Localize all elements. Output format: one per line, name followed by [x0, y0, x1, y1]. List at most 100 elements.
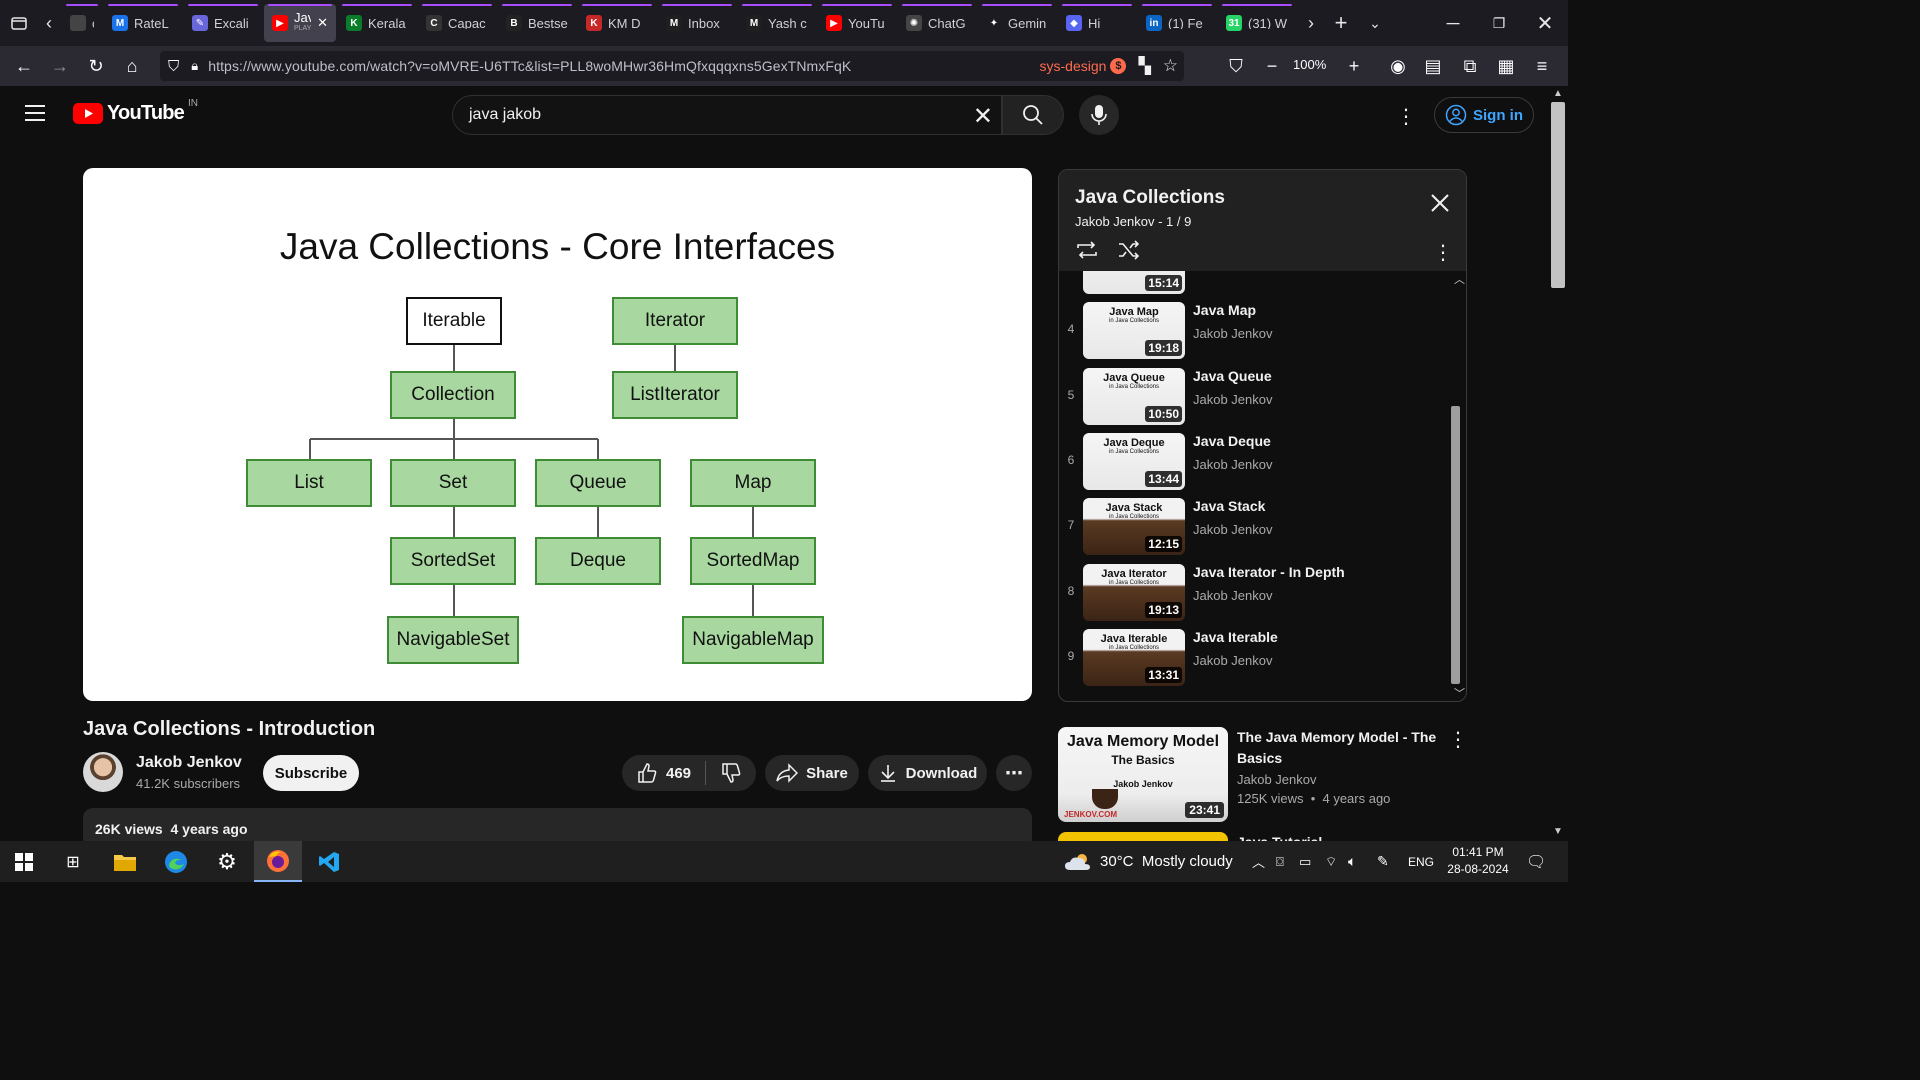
- task-view-icon[interactable]: ⊞: [49, 841, 97, 882]
- browser-tab[interactable]: ◆ Hi: [1058, 4, 1136, 42]
- browser-tab[interactable]: ✎ Excali: [184, 4, 262, 42]
- page-scroll-down-icon[interactable]: ▼: [1553, 826, 1563, 837]
- playlist-item-thumbnail[interactable]: Jakob Jenkov15:14: [1083, 271, 1185, 294]
- browser-tab[interactable]: M Yash c: [738, 4, 816, 42]
- playlist-item-thumbnail[interactable]: Java Stack in Java Collections 12:15: [1083, 498, 1185, 556]
- more-actions-button[interactable]: ⋯: [996, 755, 1032, 791]
- playlist-item-title[interactable]: Java Queue: [1193, 368, 1272, 384]
- playlist-item-title[interactable]: Java Stack: [1193, 498, 1265, 514]
- video-player[interactable]: Java Collections - Core Interfaces Itera…: [83, 168, 1032, 701]
- playlist-item[interactable]: 6 Java Deque in Java Collections 13:44 Java …: [1059, 429, 1449, 494]
- close-playlist-icon[interactable]: [1429, 192, 1451, 219]
- recommended-channel[interactable]: Jakob Jenkov: [1237, 772, 1317, 787]
- playlist-item[interactable]: 3Jakob Jenkov15:14Jakob Jenkov: [1059, 271, 1449, 298]
- extensions-puzzle-icon[interactable]: ⧉: [1452, 50, 1488, 82]
- account-icon[interactable]: ◉: [1380, 50, 1416, 82]
- download-button[interactable]: Download: [868, 755, 987, 791]
- pocket-icon[interactable]: ⛉: [1218, 50, 1254, 82]
- back-arrow-icon[interactable]: ←: [6, 50, 42, 82]
- battery-icon[interactable]: ▭: [1299, 841, 1311, 882]
- settings-gear-icon[interactable]: ⚙: [203, 841, 251, 882]
- page-scrollbar[interactable]: ▲ ▼: [1548, 86, 1568, 841]
- playlist-item-thumbnail[interactable]: Java Queue in Java Collections 10:50: [1083, 367, 1185, 425]
- playlist-title[interactable]: Java Collections: [1075, 187, 1225, 209]
- playlist-item-title[interactable]: Java Deque: [1193, 433, 1271, 449]
- playlist-item-title[interactable]: Java Iterable: [1193, 629, 1278, 645]
- tab-overflow-chevron-icon[interactable]: ⌄: [1358, 6, 1392, 40]
- guide-menu-icon[interactable]: [24, 104, 50, 128]
- search-button[interactable]: [1002, 95, 1064, 135]
- browser-tab[interactable]: ✺ ChatG: [898, 4, 976, 42]
- reload-icon[interactable]: ↻: [78, 50, 114, 82]
- channel-avatar[interactable]: [83, 752, 123, 792]
- playlist-scroll-thumb[interactable]: [1451, 406, 1460, 684]
- recommended-thumbnail[interactable]: Java Memory Model The Basics Jakob Jenko…: [1058, 727, 1228, 822]
- clear-search-icon[interactable]: ✕: [973, 102, 993, 131]
- next-recommended-title[interactable]: Java Tutorial: [1237, 832, 1322, 841]
- address-bar[interactable]: ⛉ 🔒︎ https://www.youtube.com/watch?v=oMV…: [160, 51, 1184, 81]
- bookmark-star-icon[interactable]: ☆: [1163, 56, 1178, 76]
- scroll-tabs-left-icon[interactable]: ‹: [36, 6, 62, 40]
- reader-view-icon[interactable]: ▤: [1415, 50, 1451, 82]
- next-recommended-thumbnail[interactable]: [1058, 832, 1228, 841]
- show-hidden-icons-chevron[interactable]: ︿: [1252, 841, 1265, 882]
- notifications-icon[interactable]: 🗨︎: [1526, 841, 1546, 882]
- voice-search-button[interactable]: [1079, 95, 1119, 135]
- browser-tab[interactable]: ✦ Gemin: [978, 4, 1056, 42]
- browser-tab[interactable]: 31 (31) W: [1218, 4, 1296, 42]
- volume-icon[interactable]: 🔈︎: [1348, 841, 1356, 882]
- playlist-scroll-down-icon[interactable]: ﹀: [1454, 685, 1465, 701]
- page-scroll-thumb[interactable]: [1551, 102, 1565, 288]
- zoom-level[interactable]: 100%: [1293, 57, 1326, 72]
- browser-tab[interactable]: ▶ YouTu: [818, 4, 896, 42]
- language-indicator[interactable]: ENG: [1408, 841, 1434, 882]
- playlist-item-thumbnail[interactable]: Java Map in Java Collections 19:18: [1083, 302, 1185, 360]
- subscribe-button[interactable]: Subscribe: [263, 755, 359, 791]
- home-icon[interactable]: ⌂: [114, 50, 150, 82]
- search-query-text[interactable]: java jakob: [469, 106, 541, 124]
- firefox-icon[interactable]: [254, 841, 302, 882]
- browser-tab[interactable]: ▶ Jav PLAY ✕: [264, 4, 336, 42]
- shuffle-icon[interactable]: [1117, 240, 1141, 265]
- playlist-more-icon[interactable]: ⋮: [1433, 240, 1453, 265]
- playlist-item[interactable]: 8 Java Iterator in Java Collections 19:13 Ja…: [1059, 560, 1449, 625]
- zoom-in-button[interactable]: +: [1336, 50, 1372, 82]
- thumbs-down-icon[interactable]: [720, 762, 742, 784]
- browser-tab[interactable]: K Kerala: [338, 4, 416, 42]
- extensions-grid-icon[interactable]: ▚: [1138, 56, 1150, 76]
- start-button[interactable]: [0, 841, 48, 882]
- channel-name[interactable]: Jakob Jenkov: [136, 754, 242, 772]
- like-button[interactable]: 469: [636, 762, 691, 784]
- page-scroll-up-icon[interactable]: ▲: [1553, 88, 1563, 99]
- recommended-title[interactable]: The Java Memory Model - The Basics: [1237, 727, 1437, 769]
- scroll-tabs-right-icon[interactable]: ›: [1298, 6, 1324, 40]
- playlist-scroll-up-icon[interactable]: ︿: [1454, 271, 1465, 287]
- zoom-out-button[interactable]: −: [1254, 50, 1290, 82]
- lock-icon[interactable]: 🔒︎: [191, 58, 198, 74]
- playlist-item[interactable]: 9 Java Iterable in Java Collections 13:31 Ja…: [1059, 625, 1449, 690]
- playlist-item[interactable]: 7 Java Stack in Java Collections 12:15 Java …: [1059, 494, 1449, 559]
- wifi-icon[interactable]: ⌔: [1325, 841, 1337, 882]
- tab-list-icon[interactable]: [2, 6, 36, 40]
- browser-tab[interactable]: M RateL: [104, 4, 182, 42]
- youtube-logo[interactable]: YouTube IN: [73, 98, 198, 125]
- hamburger-menu-icon[interactable]: ≡: [1524, 50, 1560, 82]
- recommended-more-icon[interactable]: ⋮: [1448, 727, 1468, 752]
- playlist-item-title[interactable]: Java Iterator - In Depth: [1193, 564, 1345, 580]
- url-text[interactable]: https://www.youtube.com/watch?v=oMVRE-U6…: [208, 58, 851, 74]
- new-tab-button[interactable]: +: [1324, 6, 1358, 40]
- apps-grid-icon[interactable]: ▦: [1488, 50, 1524, 82]
- browser-tab[interactable]: in (1) Fe: [1138, 4, 1216, 42]
- browser-tab[interactable]: B Bestse: [498, 4, 576, 42]
- forward-arrow-icon[interactable]: →: [42, 50, 78, 82]
- browser-tab[interactable]: M Inbox: [658, 4, 736, 42]
- weather-widget[interactable]: 30°C Mostly cloudy: [1064, 841, 1233, 882]
- playlist-item-title[interactable]: Java Map: [1193, 302, 1256, 318]
- playlist-item-thumbnail[interactable]: Java Deque in Java Collections 13:44: [1083, 432, 1185, 490]
- playlist-item-thumbnail[interactable]: Java Iterator in Java Collections 19:13: [1083, 563, 1185, 621]
- browser-tab[interactable]: K KM D: [578, 4, 656, 42]
- close-window-button[interactable]: ✕: [1522, 6, 1568, 40]
- playlist-item[interactable]: 5 Java Queue in Java Collections 10:50 Java …: [1059, 364, 1449, 429]
- browser-tab[interactable]: chiv: [62, 4, 102, 42]
- tray-icon-webcam[interactable]: ⌼: [1276, 841, 1284, 882]
